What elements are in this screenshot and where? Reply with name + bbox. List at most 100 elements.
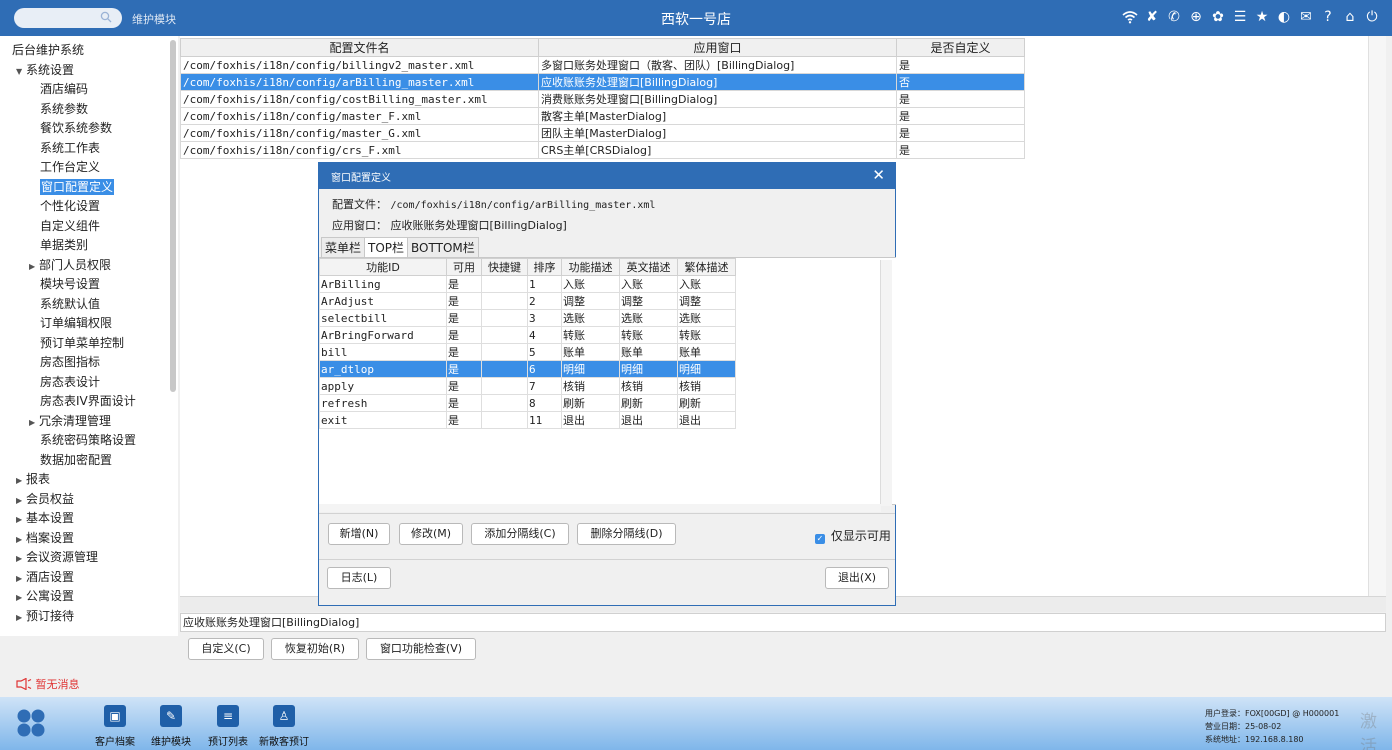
star-icon[interactable]: ★ [1254, 8, 1270, 26]
chevron-right-icon[interactable]: ▶ [29, 413, 39, 433]
phone-icon[interactable]: ✆ [1166, 8, 1182, 26]
search-user-icon[interactable]: ⊕ [1188, 8, 1204, 26]
palette-icon[interactable]: ✿ [1210, 8, 1226, 26]
tools-icon[interactable]: ✘ [1144, 8, 1160, 26]
chevron-right-icon[interactable]: ▶ [16, 471, 26, 491]
power-icon[interactable]: ⏻ [1364, 8, 1380, 26]
chevron-right-icon[interactable]: ▶ [16, 569, 26, 589]
sidebar-item[interactable]: 系统默认值 [0, 295, 168, 315]
chevron-right-icon[interactable]: ▶ [16, 608, 26, 628]
table-row[interactable]: /com/foxhis/i18n/config/arBilling_master… [180, 73, 1025, 91]
chevron-down-icon[interactable]: ▼ [16, 62, 26, 82]
menu-icon[interactable]: ☰ [1232, 8, 1248, 26]
dock-item-customer-file[interactable]: ▣ 客户档案 [85, 705, 145, 748]
table-row[interactable]: /com/foxhis/i18n/config/costBilling_mast… [180, 90, 1025, 108]
dock-item-new-reservation[interactable]: ♙ 新散客预订 [254, 705, 314, 748]
grid-row[interactable]: exit 是 11 退出 退出 退出 [319, 411, 736, 429]
sidebar-item[interactable]: ▶ 基本设置 [0, 509, 168, 529]
column-header-window[interactable]: 应用窗口 [538, 38, 897, 57]
table-row[interactable]: /com/foxhis/i18n/config/billingv2_master… [180, 56, 1025, 74]
tab-menu-bar[interactable]: 菜单栏 [321, 237, 366, 257]
sidebar-item[interactable]: 系统参数 [0, 100, 168, 120]
sidebar-item[interactable]: 订单编辑权限 [0, 314, 168, 334]
grid-header-id[interactable]: 功能ID [319, 258, 447, 276]
add-button[interactable]: 新增(N) [328, 523, 390, 545]
sidebar-item[interactable]: 房态表IV界面设计 [0, 392, 168, 412]
sidebar-item[interactable]: 自定义组件 [0, 217, 168, 237]
sidebar-item[interactable]: 个性化设置 [0, 197, 168, 217]
chevron-right-icon[interactable]: ▶ [16, 491, 26, 511]
table-row[interactable]: /com/foxhis/i18n/config/master_F.xml 散客主单… [180, 107, 1025, 125]
grid-header-tw[interactable]: 繁体描述 [677, 258, 736, 276]
sidebar-item[interactable]: 后台维护系统 [0, 41, 168, 61]
sidebar-scrollbar[interactable] [170, 40, 176, 392]
chevron-right-icon[interactable]: ▶ [16, 549, 26, 569]
sidebar-item[interactable]: ▶ 预订接待 [0, 607, 168, 627]
grid-header-hotkey[interactable]: 快捷键 [481, 258, 528, 276]
window-check-button[interactable]: 窗口功能检查(V) [366, 638, 476, 660]
chevron-right-icon[interactable]: ▶ [16, 510, 26, 530]
grid-row[interactable]: ArBringForward 是 4 转账 转账 转账 [319, 326, 736, 344]
sidebar-item[interactable]: 房态表设计 [0, 373, 168, 393]
mail-icon[interactable]: ✉ [1298, 8, 1314, 26]
modify-button[interactable]: 修改(M) [399, 523, 463, 545]
home-icon[interactable]: ⌂ [1342, 8, 1358, 26]
sidebar-item[interactable]: 系统密码策略设置 [0, 431, 168, 451]
sidebar-item[interactable]: ▶ 档案设置 [0, 529, 168, 549]
sidebar-item[interactable]: ▶ 酒店设置 [0, 568, 168, 588]
sidebar-item[interactable]: 模块号设置 [0, 275, 168, 295]
sidebar-item[interactable]: 工作台定义 [0, 158, 168, 178]
sidebar-item[interactable]: ▶ 会员权益 [0, 490, 168, 510]
sidebar-item[interactable]: ▼ 系统设置 [0, 61, 168, 81]
chevron-right-icon[interactable]: ▶ [16, 588, 26, 608]
app-logo-icon[interactable] [16, 708, 46, 738]
sidebar-item[interactable]: 单据类别 [0, 236, 168, 256]
sidebar-item[interactable]: 预订单菜单控制 [0, 334, 168, 354]
close-icon[interactable]: ✕ [872, 166, 885, 184]
sidebar-item[interactable]: 数据加密配置 [0, 451, 168, 471]
sidebar-item[interactable]: 房态图指标 [0, 353, 168, 373]
sidebar-item[interactable]: 餐饮系统参数 [0, 119, 168, 139]
sidebar-item[interactable]: 窗口配置定义 [0, 178, 168, 198]
table-row[interactable]: /com/foxhis/i18n/config/master_G.xml 团队主单… [180, 124, 1025, 142]
message-notice[interactable]: 暂无消息 [16, 676, 80, 692]
help-icon[interactable]: ? [1320, 8, 1336, 26]
grid-header-en[interactable]: 英文描述 [619, 258, 678, 276]
grid-row[interactable]: selectbill 是 3 选账 选账 选账 [319, 309, 736, 327]
delete-separator-button[interactable]: 删除分隔线(D) [577, 523, 676, 545]
chevron-right-icon[interactable]: ▶ [29, 257, 39, 277]
add-separator-button[interactable]: 添加分隔线(C) [471, 523, 569, 545]
dock-item-reservation-list[interactable]: ≡ 预订列表 [198, 705, 258, 748]
dialog-title-bar[interactable]: 窗口配置定义 ✕ [319, 163, 895, 189]
grid-horizontal-scrollbar[interactable] [319, 504, 881, 512]
wifi-icon[interactable] [1122, 8, 1138, 26]
tab-top-bar[interactable]: TOP栏 [364, 237, 409, 257]
column-header-custom[interactable]: 是否自定义 [896, 38, 1025, 57]
grid-row[interactable]: apply 是 7 核销 核销 核销 [319, 377, 736, 395]
chevron-right-icon[interactable]: ▶ [16, 530, 26, 550]
table-row[interactable]: /com/foxhis/i18n/config/crs_F.xml CRS主单[C… [180, 141, 1025, 159]
exit-button[interactable]: 退出(X) [825, 567, 889, 589]
customize-button[interactable]: 自定义(C) [188, 638, 264, 660]
dock-item-maintenance[interactable]: ✎ 维护模块 [141, 705, 201, 748]
sidebar-item[interactable]: 酒店编码 [0, 80, 168, 100]
restore-default-button[interactable]: 恢复初始(R) [271, 638, 359, 660]
main-vertical-scrollbar[interactable] [1368, 36, 1386, 596]
sidebar-item[interactable]: ▶ 报表 [0, 470, 168, 490]
grid-row[interactable]: ArBilling 是 1 入账 入账 入账 [319, 275, 736, 293]
column-header-file[interactable]: 配置文件名 [180, 38, 539, 57]
grid-row[interactable]: ArAdjust 是 2 调整 调整 调整 [319, 292, 736, 310]
grid-row[interactable]: ar_dtlop 是 6 明细 明细 明细 [319, 360, 736, 378]
grid-header-enabled[interactable]: 可用 [446, 258, 482, 276]
grid-vertical-scrollbar[interactable] [880, 260, 892, 506]
grid-header-desc[interactable]: 功能描述 [561, 258, 620, 276]
grid-header-order[interactable]: 排序 [527, 258, 562, 276]
grid-row[interactable]: bill 是 5 账单 账单 账单 [319, 343, 736, 361]
only-visible-checkbox[interactable]: ✓ 仅显示可用 [815, 527, 891, 544]
tab-bottom-bar[interactable]: BOTTOM栏 [407, 237, 479, 257]
sidebar-item[interactable]: ▶ 公寓设置 [0, 587, 168, 607]
sidebar-item[interactable]: 系统工作表 [0, 139, 168, 159]
sidebar-item[interactable]: ▶ 冗余清理管理 [0, 412, 168, 432]
sidebar-item[interactable]: ▶ 部门人员权限 [0, 256, 168, 276]
checkbox-checked-icon[interactable]: ✓ [815, 534, 825, 544]
